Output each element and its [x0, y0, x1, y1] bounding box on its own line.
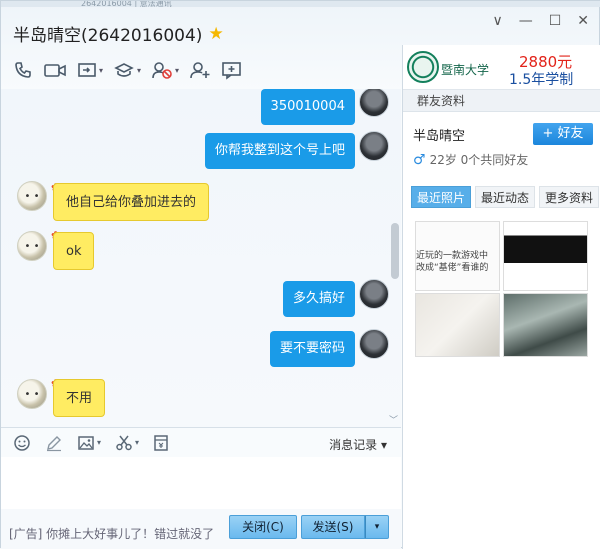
tab-more-info[interactable]: 更多资料	[539, 186, 600, 208]
add-friend-icon[interactable]	[189, 59, 211, 81]
add-friend-button[interactable]: + 好友	[533, 123, 593, 145]
ad-duration: 1.5年学制	[509, 72, 574, 88]
phone-icon[interactable]	[13, 59, 33, 81]
block-icon[interactable]: ▾	[151, 59, 179, 81]
message-history-button[interactable]: 消息记录 ▾	[329, 436, 387, 453]
window-controls: ∨ — ☐ ✕	[492, 13, 589, 29]
scrollbar-thumb[interactable]	[391, 223, 399, 279]
side-panel: 暨南大学 2880元 1.5年学制 群友资料 半岛晴空 + 好友 ♂ 22岁 0…	[402, 45, 600, 549]
input-toolbar: ▾ ▾ 消息记录 ▾	[1, 427, 401, 457]
message-bubble[interactable]: 要不要密码	[269, 331, 355, 367]
maximize-icon[interactable]: ☐	[549, 13, 562, 29]
photo-thumbnail[interactable]: 近玩的一款游戏中 改成“基佬”看谁的	[415, 221, 500, 291]
message-bubble[interactable]: 350010004	[260, 89, 355, 125]
scissors-icon[interactable]: ▾	[115, 434, 139, 452]
minimize-icon[interactable]: —	[519, 13, 533, 29]
photo-caption: 近玩的一款游戏中 改成“基佬”看谁的	[416, 251, 489, 273]
chat-toolbar: ▾ ▾ ▾	[13, 59, 243, 81]
male-icon: ♂	[413, 151, 426, 168]
contact-name[interactable]: 半岛晴空(2642016004)	[13, 21, 202, 46]
avatar[interactable]	[359, 279, 389, 309]
message-input[interactable]	[1, 457, 401, 515]
ad-link[interactable]: [广告] 你摊上大好事儿了！错过就没了	[9, 525, 214, 542]
avatar[interactable]	[359, 89, 389, 117]
profile-info: ♂ 22岁 0个共同好友	[413, 151, 528, 168]
photo-thumbnail[interactable]	[415, 293, 500, 357]
profile-tabs: 最近照片 最近动态 更多资料	[411, 186, 600, 208]
close-button[interactable]: 关闭(C)	[229, 515, 297, 539]
university-logo-icon	[407, 51, 439, 83]
ad-school-name: 暨南大学	[441, 63, 490, 77]
pen-icon[interactable]	[45, 434, 63, 452]
photo-thumbnail[interactable]	[503, 221, 588, 291]
chat-window: 2642016004 | 意法通讯 半岛晴空(2642016004) ★ ∨ —…	[0, 0, 600, 549]
chevron-down-icon: ▾	[374, 522, 380, 532]
panel-title: 群友资料	[403, 90, 600, 112]
image-icon[interactable]: ▾	[77, 434, 101, 452]
bottom-bar: [广告] 你摊上大好事儿了！错过就没了 关闭(C) 发送(S) ▾	[1, 509, 401, 549]
photo-thumbnail[interactable]	[503, 293, 588, 357]
comment-icon[interactable]	[221, 59, 243, 81]
tab-recent-photos[interactable]: 最近照片	[411, 186, 472, 208]
profile-name[interactable]: 半岛晴空	[413, 125, 465, 144]
message-bubble[interactable]: 你帮我整到这个号上吧	[204, 133, 355, 169]
video-icon[interactable]	[43, 59, 67, 81]
message-bubble[interactable]: 他自己给你叠加进去的	[53, 183, 210, 221]
chevron-down-icon: ▾	[380, 438, 387, 452]
close-icon[interactable]: ✕	[577, 13, 589, 29]
star-icon[interactable]: ★	[208, 24, 223, 44]
red-packet-icon[interactable]	[153, 434, 169, 452]
avatar[interactable]: • •	[17, 379, 47, 409]
scroll-down-icon[interactable]: ﹀	[389, 413, 398, 426]
send-options-button[interactable]: ▾	[365, 515, 389, 539]
message-bubble[interactable]: ok	[53, 232, 95, 270]
message-area[interactable]: 350010004 你帮我整到这个号上吧 • • ✿ 他自己给你叠加进去的 • …	[1, 89, 401, 427]
profile-details: 22岁 0个共同好友	[429, 153, 529, 167]
avatar[interactable]	[359, 131, 389, 161]
avatar[interactable]: • •	[17, 231, 47, 261]
collapse-icon[interactable]: ∨	[492, 13, 502, 29]
side-ad-banner[interactable]: 暨南大学 2880元 1.5年学制	[403, 45, 600, 90]
tab-recent-activity[interactable]: 最近动态	[475, 186, 536, 208]
apps-icon[interactable]: ▾	[113, 59, 141, 81]
avatar[interactable]: • •	[17, 181, 47, 211]
avatar[interactable]	[359, 329, 389, 359]
window-title: 半岛晴空(2642016004) ★	[13, 21, 224, 47]
message-history-label: 消息记录	[329, 438, 378, 452]
top-strip: 2642016004 | 意法通讯	[1, 1, 600, 7]
send-button[interactable]: 发送(S)	[301, 515, 365, 539]
message-bubble[interactable]: 多久搞好	[282, 281, 355, 317]
message-bubble[interactable]: 不用	[53, 379, 106, 417]
tab-fragment[interactable]: 2642016004 | 意法通讯	[81, 1, 191, 7]
remote-desktop-icon[interactable]: ▾	[77, 59, 103, 81]
emoji-icon[interactable]	[13, 434, 31, 452]
